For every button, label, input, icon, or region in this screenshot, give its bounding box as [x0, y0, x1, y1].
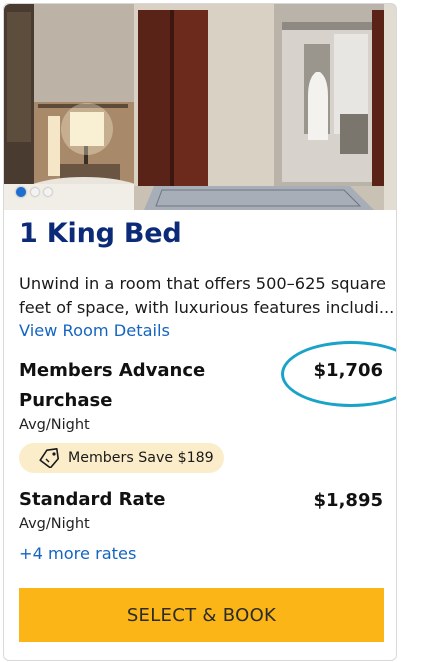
rate-unit: Avg/Night	[19, 516, 90, 532]
view-room-details-link[interactable]: View Room Details	[19, 321, 170, 340]
members-save-badge: Members Save $189	[19, 443, 224, 473]
room-photo[interactable]	[4, 4, 396, 210]
room-title: 1 King Bed	[19, 218, 182, 249]
room-photo-image	[4, 4, 396, 210]
rate-price-standard: $1,895	[313, 490, 383, 511]
rate-unit: Avg/Night	[19, 417, 90, 433]
carousel-dots	[16, 187, 52, 197]
rate-name-line: Members Advance	[19, 360, 206, 381]
select-and-book-button[interactable]: SELECT & BOOK	[19, 588, 384, 642]
room-card: 1 King Bed Unwind in a room that offers …	[3, 3, 397, 661]
badge-label: Members Save $189	[68, 450, 214, 466]
description-line: feet of space, with luxurious features i…	[19, 298, 395, 317]
rate-name-line: Standard Rate	[19, 489, 166, 510]
carousel-dot-active[interactable]	[16, 187, 26, 197]
room-description: Unwind in a room that offers 500–625 squ…	[19, 272, 395, 320]
rate-name: Standard Rate	[19, 485, 165, 515]
carousel-dot[interactable]	[44, 188, 52, 196]
rate-name-line: Purchase	[19, 390, 113, 411]
description-line: Unwind in a room that offers 500–625 squ…	[19, 274, 386, 293]
rate-name: Members Advance Purchase	[19, 356, 205, 416]
price-tag-icon	[39, 448, 59, 468]
more-rates-link[interactable]: +4 more rates	[19, 544, 136, 563]
rate-price-members: $1,706	[313, 360, 383, 381]
carousel-dot[interactable]	[31, 188, 39, 196]
